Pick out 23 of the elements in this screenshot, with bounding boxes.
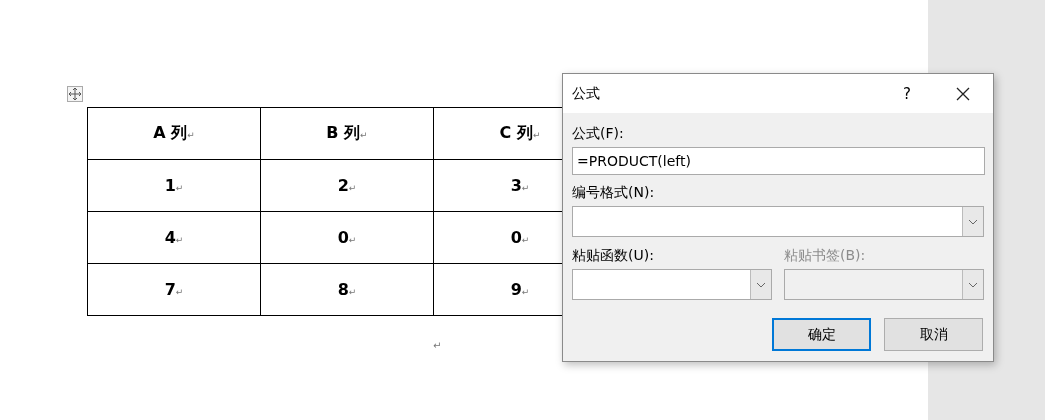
- help-button[interactable]: ?: [883, 75, 931, 112]
- table-cell: 0↵: [260, 211, 434, 264]
- close-icon: [956, 86, 970, 101]
- dialog-title: 公式: [572, 84, 601, 103]
- paragraph-mark: ↵: [433, 340, 442, 351]
- chevron-down-icon: [756, 281, 766, 288]
- formula-input[interactable]: =PRODUCT(left): [572, 147, 985, 175]
- table-header-cell: A 列↵: [87, 107, 261, 160]
- cancel-button[interactable]: 取消: [884, 318, 983, 351]
- table-cell: 8↵: [260, 263, 434, 316]
- chevron-down-icon: [968, 281, 978, 288]
- move-handle-icon[interactable]: [67, 86, 83, 102]
- table-cell: 1↵: [87, 159, 261, 212]
- chevron-down-icon: [968, 218, 978, 225]
- paste-function-dropdown[interactable]: [572, 269, 772, 300]
- paste-bookmark-dropdown[interactable]: [784, 269, 984, 300]
- table-cell: 7↵: [87, 263, 261, 316]
- ok-button[interactable]: 确定: [772, 318, 871, 351]
- number-format-dropdown[interactable]: [572, 206, 984, 237]
- table-cell: 2↵: [260, 159, 434, 212]
- table-cell: 4↵: [87, 211, 261, 264]
- table-header-cell: B 列↵: [260, 107, 434, 160]
- field-label: 粘贴书签(B):: [784, 246, 867, 265]
